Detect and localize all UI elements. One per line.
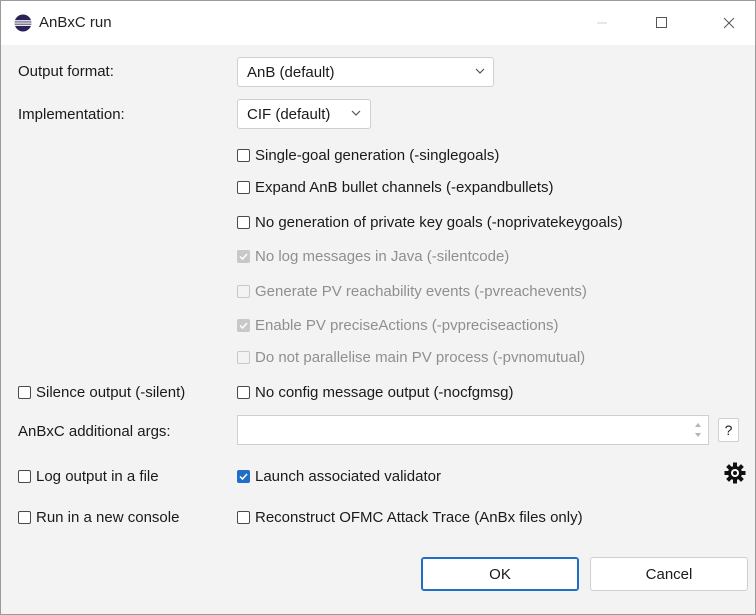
checkbox-box[interactable] (18, 469, 31, 483)
pvreachevents-label: Generate PV reachability events (-pvreac… (255, 282, 587, 300)
eclipse-icon (14, 14, 32, 32)
silent-checkbox[interactable]: Silence output (-silent) (18, 382, 185, 402)
minimize-button[interactable] (576, 1, 628, 45)
checkmark-icon (239, 321, 248, 329)
ok-button[interactable]: OK (421, 557, 579, 591)
implementation-value: CIF (default) (247, 106, 331, 123)
log-output-label: Log output in a file (36, 467, 159, 485)
singlegoals-checkbox[interactable]: Single-goal generation (-singlegoals) (237, 145, 499, 165)
output-format-select[interactable]: AnB (default) (237, 57, 494, 87)
new-console-checkbox[interactable]: Run in a new console (18, 507, 179, 527)
minimize-icon (597, 22, 607, 24)
checkbox-box[interactable] (237, 510, 250, 524)
gear-icon (724, 462, 746, 484)
new-console-label: Run in a new console (36, 508, 180, 526)
checkmark-icon (239, 252, 248, 260)
checkmark-icon (239, 472, 248, 480)
checkbox-box[interactable] (237, 469, 250, 483)
nocfgmsg-label: No config message output (-nocfgmsg) (255, 383, 514, 401)
checkbox-box[interactable] (18, 385, 31, 399)
chevron-down-icon (351, 110, 361, 116)
expandbullets-checkbox[interactable]: Expand AnB bullet channels (-expandbulle… (237, 177, 554, 197)
singlegoals-label: Single-goal generation (-singlegoals) (255, 146, 500, 164)
noprivatekeygoals-label: No generation of private key goals (-nop… (255, 213, 623, 231)
checkbox-box[interactable] (18, 510, 31, 524)
output-format-value: AnB (default) (247, 64, 335, 81)
maximize-icon (656, 17, 667, 28)
implementation-label: Implementation: (18, 106, 125, 123)
title-bar[interactable]: AnBxC run (1, 1, 755, 45)
launch-validator-checkbox[interactable]: Launch associated validator (237, 466, 441, 486)
reconstruct-trace-checkbox[interactable]: Reconstruct OFMC Attack Trace (AnBx file… (237, 507, 583, 527)
checkbox-box (237, 284, 250, 298)
additional-args-label: AnBxC additional args: (18, 423, 171, 440)
close-button[interactable] (703, 1, 755, 45)
checkbox-box[interactable] (237, 215, 250, 229)
implementation-select[interactable]: CIF (default) (237, 99, 371, 129)
log-output-checkbox[interactable]: Log output in a file (18, 466, 159, 486)
checkbox-box (237, 318, 250, 332)
silentcode-label: No log messages in Java (-silentcode) (255, 247, 510, 265)
expandbullets-label: Expand AnB bullet channels (-expandbulle… (255, 178, 554, 196)
validator-settings-button[interactable] (722, 460, 748, 486)
output-format-label: Output format: (18, 63, 114, 80)
maximize-button[interactable] (636, 1, 688, 45)
close-icon (723, 17, 735, 29)
pvpreciseactions-label: Enable PV preciseActions (-pvpreciseacti… (255, 316, 559, 334)
pvnomutual-checkbox: Do not parallelise main PV process (-pvn… (237, 347, 585, 367)
cancel-button[interactable]: Cancel (590, 557, 748, 591)
launch-validator-label: Launch associated validator (255, 467, 441, 485)
chevron-down-icon (475, 68, 485, 74)
checkbox-box[interactable] (237, 385, 250, 399)
pvnomutual-label: Do not parallelise main PV process (-pvn… (255, 348, 586, 366)
window-title: AnBxC run (39, 14, 112, 31)
additional-args-input[interactable] (237, 415, 709, 445)
checkbox-box[interactable] (237, 148, 250, 162)
spinner-arrows-icon[interactable] (692, 419, 704, 441)
reconstruct-trace-label: Reconstruct OFMC Attack Trace (AnBx file… (255, 508, 583, 526)
checkbox-box (237, 249, 250, 263)
pvreachevents-checkbox: Generate PV reachability events (-pvreac… (237, 281, 587, 301)
pvpreciseactions-checkbox: Enable PV preciseActions (-pvpreciseacti… (237, 315, 558, 335)
noprivatekeygoals-checkbox[interactable]: No generation of private key goals (-nop… (237, 212, 623, 232)
checkbox-box (237, 350, 250, 364)
help-button[interactable]: ? (718, 418, 739, 442)
nocfgmsg-checkbox[interactable]: No config message output (-nocfgmsg) (237, 382, 513, 402)
silent-label: Silence output (-silent) (36, 383, 186, 401)
checkbox-box[interactable] (237, 180, 250, 194)
silentcode-checkbox: No log messages in Java (-silentcode) (237, 246, 509, 266)
